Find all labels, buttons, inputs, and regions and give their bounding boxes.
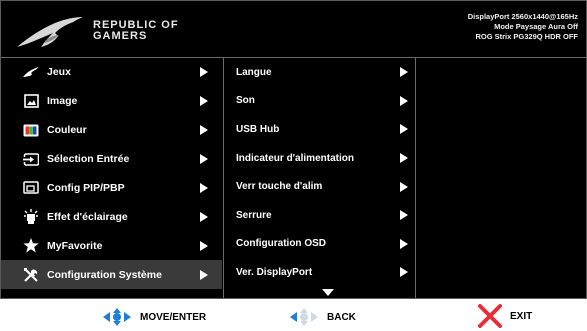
submenu-item-configuration-osd[interactable]: Configuration OSD <box>224 230 415 259</box>
back-label: BACK <box>327 311 356 323</box>
menu-item-label: Configuration Système <box>47 268 162 281</box>
arrow-right-icon <box>400 210 408 221</box>
submenu-item-indicateur-alimentation[interactable]: Indicateur d'alimentation <box>224 144 415 173</box>
menu-item-configuration-systeme[interactable]: Configuration Système <box>1 260 222 290</box>
arrow-right-icon <box>200 269 208 280</box>
menu-item-selection-entree[interactable]: Sélection Entrée <box>1 145 222 174</box>
menu-item-image[interactable]: Image <box>1 87 222 116</box>
status-line-2: Mode Paysage Aura Off <box>494 22 578 31</box>
arrow-right-icon <box>200 211 208 222</box>
submenu-item-usb-hub[interactable]: USB Hub <box>224 115 415 144</box>
joystick-left-icon <box>290 308 318 326</box>
submenu-item-label: Son <box>236 95 255 107</box>
osd-header: REPUBLIC OF GAMERS DisplayPort 2560x1440… <box>1 1 586 57</box>
submenu-item-label: Indicateur d'alimentation <box>236 152 354 164</box>
menu-item-myfavorite[interactable]: MyFavorite <box>1 231 222 260</box>
menu-item-couleur[interactable]: Couleur <box>1 116 222 145</box>
arrow-right-icon <box>400 124 408 135</box>
move-enter-hint[interactable]: MOVE/ENTER <box>102 307 206 327</box>
status-line-1: DisplayPort 2560x1440@165Hz <box>467 12 578 21</box>
scroll-down-icon[interactable] <box>322 289 334 296</box>
main-menu: Jeux Image Couleur Sélection Entrée Conf… <box>1 58 222 298</box>
image-icon <box>23 93 39 109</box>
arrow-right-icon <box>200 183 208 193</box>
arrow-right-icon <box>400 181 408 192</box>
submenu-item-label: USB Hub <box>236 123 280 135</box>
rog-eye-icon <box>23 64 39 80</box>
osd-screen: REPUBLIC OF GAMERS DisplayPort 2560x1440… <box>0 0 587 299</box>
move-enter-label: MOVE/ENTER <box>140 311 207 323</box>
star-icon <box>23 238 39 254</box>
key-guide: MOVE/ENTER BACK EXIT <box>0 300 587 331</box>
submenu-item-serrure[interactable]: Serrure <box>224 201 415 230</box>
rog-logo-icon <box>17 17 83 47</box>
arrow-right-icon <box>200 67 208 78</box>
submenu-item-ver-displayport[interactable]: Ver. DisplayPort <box>224 258 415 287</box>
arrow-right-icon <box>200 154 208 165</box>
back-hint[interactable]: BACK <box>289 307 356 327</box>
joystick-icon <box>103 308 131 326</box>
menu-item-label: Config PIP/PBP <box>47 182 125 194</box>
submenu-item-verr-touche-alim[interactable]: Verr touche d'alim <box>224 172 415 201</box>
submenu-item-label: Verr touche d'alim <box>236 181 323 193</box>
submenu-item-label: Serrure <box>236 209 272 221</box>
arrow-right-icon <box>400 67 408 78</box>
submenu-item-langue[interactable]: Langue <box>224 58 415 87</box>
arrow-right-icon <box>400 95 408 106</box>
menu-item-label: Image <box>47 95 78 108</box>
input-icon <box>23 151 39 167</box>
arrow-right-icon <box>400 153 408 164</box>
brand-text: REPUBLIC OF GAMERS <box>93 20 179 42</box>
menu-item-config-pip-pbp[interactable]: Config PIP/PBP <box>1 174 222 203</box>
arrow-right-icon <box>400 238 408 249</box>
pip-icon <box>23 180 39 196</box>
menu-item-label: Jeux <box>47 66 71 79</box>
submenu-item-label: Langue <box>236 66 272 78</box>
exit-hint[interactable]: EXIT <box>478 304 532 328</box>
arrow-right-icon <box>400 267 408 278</box>
submenu-item-label: Ver. DisplayPort <box>236 266 313 278</box>
menu-item-label: Couleur <box>47 124 87 137</box>
submenu-item-son[interactable]: Son <box>224 87 415 116</box>
exit-label: EXIT <box>510 310 533 322</box>
brand-line-2: GAMERS <box>93 30 148 42</box>
value-panel <box>415 58 587 298</box>
menu-item-effet-eclairage[interactable]: Effet d'éclairage <box>1 202 222 231</box>
menu-item-label: Sélection Entrée <box>47 153 130 166</box>
arrow-right-icon <box>200 125 208 136</box>
menu-item-label: MyFavorite <box>47 239 103 252</box>
arrow-right-icon <box>200 240 208 251</box>
arrow-right-icon <box>200 96 208 107</box>
tools-icon <box>23 267 39 283</box>
close-icon <box>478 304 502 328</box>
menu-item-jeux[interactable]: Jeux <box>1 58 222 87</box>
color-icon <box>23 122 39 138</box>
menu-item-label: Effet d'éclairage <box>47 210 128 223</box>
lighting-icon <box>23 208 39 225</box>
submenu-item-label: Configuration OSD <box>236 238 326 250</box>
status-info: DisplayPort 2560x1440@165Hz Mode Paysage… <box>468 12 578 42</box>
sub-menu: Langue Son USB Hub Indicateur d'alimenta… <box>223 58 415 298</box>
status-line-3: ROG Strix PG329Q HDR OFF <box>475 32 578 41</box>
